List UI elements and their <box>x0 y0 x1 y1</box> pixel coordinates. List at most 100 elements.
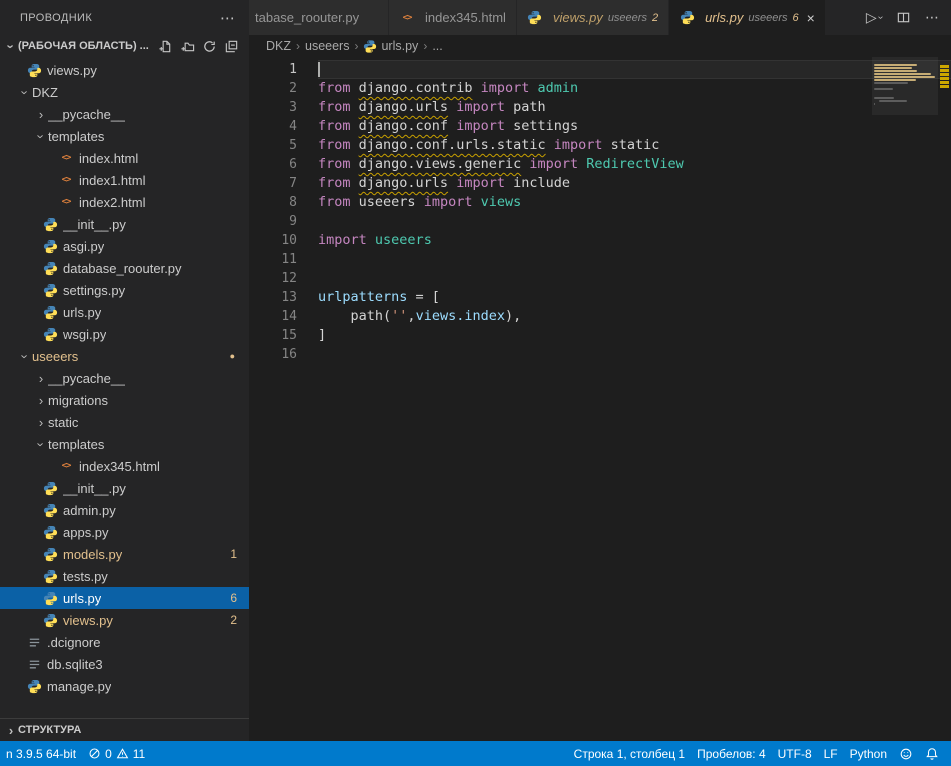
file-name-label: index2.html <box>79 195 145 210</box>
code-line[interactable]: 12 <box>249 269 951 288</box>
tree-file-apps.py[interactable]: apps.py <box>0 521 249 543</box>
tree-folder-__pycache__[interactable]: ›__pycache__ <box>0 103 249 125</box>
tree-file-index2.html[interactable]: <> index2.html <box>0 191 249 213</box>
tree-folder-useeers[interactable]: ›useeers● <box>0 345 249 367</box>
code-line[interactable]: 3from django.urls import path <box>249 98 951 117</box>
editor-more-button[interactable]: ⋯ <box>925 9 939 26</box>
code-line[interactable]: 14 path('',views.index), <box>249 307 951 326</box>
warnings-count: 11 <box>133 747 145 761</box>
run-button[interactable]: ▷ › <box>866 9 882 26</box>
feedback-smiley-icon <box>899 747 913 761</box>
line-number: 3 <box>249 98 297 117</box>
breadcrumb-item-symbol[interactable]: ... <box>432 39 442 53</box>
minimap[interactable] <box>872 57 938 741</box>
tab-label: urls.py <box>705 10 743 25</box>
outline-section-header[interactable]: › СТРУКТУРА <box>0 718 249 741</box>
indentation-item[interactable]: Пробелов: 4 <box>691 741 772 766</box>
file-name-label: apps.py <box>63 525 109 540</box>
code-line[interactable]: 5from django.conf.urls.static import sta… <box>249 136 951 155</box>
tree-file-__init__.py[interactable]: __init__.py <box>0 477 249 499</box>
tree-file-__init__.py[interactable]: __init__.py <box>0 213 249 235</box>
vscode-window: ПРОВОДНИК ⋯ › (РАБОЧАЯ ОБЛАСТЬ) ... view… <box>0 0 951 766</box>
python-interpreter-item[interactable]: n 3.9.5 64-bit <box>0 741 82 766</box>
tree-file-.dcignore[interactable]: .dcignore <box>0 631 249 653</box>
tree-file-db.sqlite3[interactable]: db.sqlite3 <box>0 653 249 675</box>
breadcrumb-item-file[interactable]: urls.py <box>381 39 418 53</box>
feedback-button[interactable] <box>893 741 919 766</box>
tree-folder-templates[interactable]: ›templates <box>0 433 249 455</box>
python-file-icon <box>679 10 695 26</box>
code-line[interactable]: 11 <box>249 250 951 269</box>
code-line[interactable]: 7from django.urls import include <box>249 174 951 193</box>
refresh-icon[interactable] <box>201 38 217 54</box>
tree-file-index345.html[interactable]: <>index345.html <box>0 455 249 477</box>
code-line[interactable]: 1 <box>249 60 951 79</box>
code-line[interactable]: 9 <box>249 212 951 231</box>
tab-views.py[interactable]: views.pyuseeers2 <box>517 0 669 35</box>
tab-urls.py[interactable]: urls.pyuseeers6× <box>669 0 826 35</box>
tab-tabase_roouter.py[interactable]: tabase_roouter.py <box>249 0 389 35</box>
language-mode-item[interactable]: Python <box>844 741 893 766</box>
cursor-position-label: Строка 1, столбец 1 <box>574 747 685 761</box>
tree-folder-DKZ[interactable]: ›DKZ <box>0 81 249 103</box>
file-name-label: templates <box>48 437 104 452</box>
file-name-label: migrations <box>48 393 108 408</box>
tab-label: views.py <box>553 10 603 25</box>
breadcrumb-item-folder[interactable]: useeers <box>305 39 349 53</box>
workspace-label: (РАБОЧАЯ ОБЛАСТЬ) ... <box>18 40 149 52</box>
tree-folder-__pycache__[interactable]: ›__pycache__ <box>0 367 249 389</box>
problems-indicator[interactable]: 0 11 <box>82 741 151 766</box>
line-number: 13 <box>249 288 297 307</box>
tab-index345.html[interactable]: <>index345.html <box>389 0 517 35</box>
encoding-label: UTF-8 <box>778 747 812 761</box>
tree-file-index1.html[interactable]: <>index1.html <box>0 169 249 191</box>
html-file-icon: <> <box>58 150 74 166</box>
tree-file-views.py[interactable]: views.py <box>0 59 249 81</box>
code-line[interactable]: 13urlpatterns = [ <box>249 288 951 307</box>
html-file-icon: <> <box>58 194 74 210</box>
problems-badge: 2 <box>230 613 237 627</box>
errors-count: 0 <box>105 747 112 761</box>
tree-file-manage.py[interactable]: manage.py <box>0 675 249 697</box>
collapse-all-button[interactable] <box>223 38 239 54</box>
code-line[interactable]: 16 <box>249 345 951 364</box>
code-line[interactable]: 8from useeers import views <box>249 193 951 212</box>
python-file-icon <box>42 524 58 540</box>
encoding-item[interactable]: UTF-8 <box>772 741 818 766</box>
new-folder-button[interactable] <box>179 38 195 54</box>
tree-file-views.py[interactable]: views.py2 <box>0 609 249 631</box>
tree-file-settings.py[interactable]: settings.py <box>0 279 249 301</box>
workspace-section-header[interactable]: › (РАБОЧАЯ ОБЛАСТЬ) ... <box>0 35 249 57</box>
tree-folder-templates[interactable]: ›templates <box>0 125 249 147</box>
new-file-button[interactable] <box>157 38 173 54</box>
tree-file-asgi.py[interactable]: asgi.py <box>0 235 249 257</box>
notifications-bell-button[interactable] <box>919 741 945 766</box>
file-icon <box>26 634 42 650</box>
code-line[interactable]: 10import useeers <box>249 231 951 250</box>
eol-item[interactable]: LF <box>818 741 844 766</box>
code-line[interactable]: 4from django.conf import settings <box>249 117 951 136</box>
tree-file-urls.py[interactable]: urls.py6 <box>0 587 249 609</box>
tree-file-wsgi.py[interactable]: wsgi.py <box>0 323 249 345</box>
chevron-down-icon: › <box>875 16 886 19</box>
tree-folder-static[interactable]: ›static <box>0 411 249 433</box>
tree-folder-migrations[interactable]: ›migrations <box>0 389 249 411</box>
tree-file-models.py[interactable]: models.py1 <box>0 543 249 565</box>
code-line[interactable]: 15] <box>249 326 951 345</box>
explorer-more-button[interactable]: ⋯ <box>220 9 235 27</box>
breadcrumb-item-folder[interactable]: DKZ <box>266 39 291 53</box>
minimap-content <box>872 61 935 109</box>
tree-file-urls.py[interactable]: urls.py <box>0 301 249 323</box>
tree-file-index.html[interactable]: <>index.html <box>0 147 249 169</box>
tree-file-admin.py[interactable]: admin.py <box>0 499 249 521</box>
code-editor[interactable]: 12from django.contrib import admin3from … <box>249 57 951 741</box>
code-line[interactable]: 2from django.contrib import admin <box>249 79 951 98</box>
tree-file-database_roouter.py[interactable]: database_roouter.py <box>0 257 249 279</box>
tab-problems-badge: 2 <box>652 12 658 24</box>
html-file-icon: <> <box>58 458 74 474</box>
code-line[interactable]: 6from django.views.generic import Redire… <box>249 155 951 174</box>
close-icon[interactable]: × <box>807 11 815 25</box>
tree-file-tests.py[interactable]: tests.py <box>0 565 249 587</box>
split-editor-button[interactable] <box>896 10 911 25</box>
cursor-position-item[interactable]: Строка 1, столбец 1 <box>568 741 691 766</box>
